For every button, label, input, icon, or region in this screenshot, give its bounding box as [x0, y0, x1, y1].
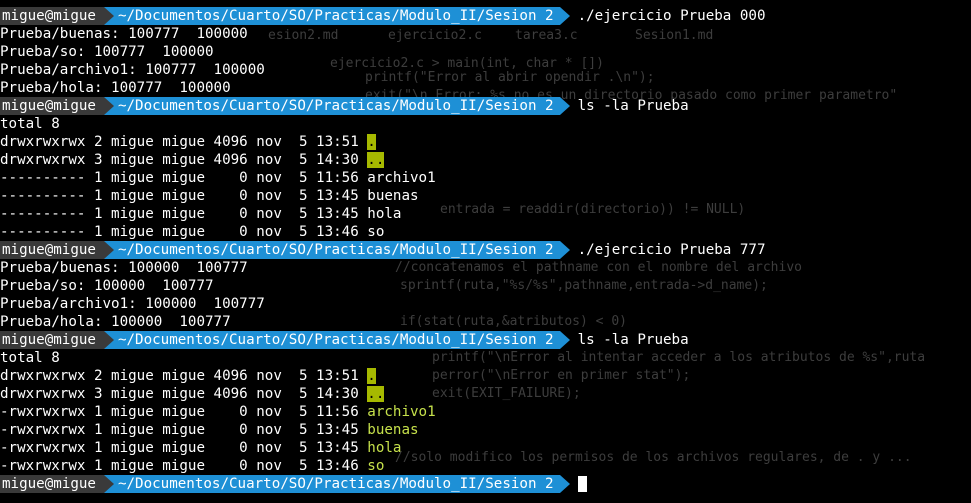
listing-total: total 8 [0, 116, 60, 132]
listing-meta: -rwxrwxrwx 1 migue migue 0 nov 5 13:45 [0, 422, 368, 438]
output-line: Prueba/so: 100777 100000 [0, 44, 214, 60]
listing-meta: drwxrwxrwx 2 migue migue 4096 nov 5 13:5… [0, 368, 368, 384]
shell-prompt: migue@migue ~/Documentos/Cuarto/SO/Practi… [0, 97, 971, 115]
prompt-separator-icon [103, 331, 114, 349]
listing-meta: ---------- 1 migue migue 0 nov 5 11:56 [0, 170, 368, 186]
prompt-path: ~/Documentos/Cuarto/SO/Practicas/Modulo_… [113, 97, 560, 115]
shell-prompt-active[interactable]: migue@migue ~/Documentos/Cuarto/SO/Practi… [0, 475, 971, 493]
listing-name-exec: so [367, 458, 385, 474]
prompt-user-host: migue@migue [0, 241, 104, 259]
listing-row: drwxrwxrwx 3 migue migue 4096 nov 5 14:3… [0, 385, 971, 403]
prompt-path: ~/Documentos/Cuarto/SO/Practicas/Modulo_… [113, 241, 560, 259]
output-line: Prueba/buenas: 100777 100000 [0, 26, 248, 42]
listing-total: total 8 [0, 350, 60, 366]
listing-name-dir: . [367, 134, 376, 150]
listing-row: ---------- 1 migue migue 0 nov 5 13:45 b… [0, 187, 971, 205]
prompt-end-icon [559, 7, 570, 25]
listing-row: -rwxrwxrwx 1 migue migue 0 nov 5 13:46 s… [0, 457, 971, 475]
listing-name-dir: . [367, 368, 376, 384]
listing-meta: ---------- 1 migue migue 0 nov 5 13:45 [0, 188, 368, 204]
listing-row: -rwxrwxrwx 1 migue migue 0 nov 5 13:45 b… [0, 421, 971, 439]
shell-prompt: migue@migue ~/Documentos/Cuarto/SO/Practi… [0, 7, 971, 25]
prompt-path: ~/Documentos/Cuarto/SO/Practicas/Modulo_… [113, 7, 560, 25]
prompt-user-host: migue@migue [0, 475, 104, 493]
prompt-end-icon [559, 475, 570, 493]
prompt-separator-icon [103, 475, 114, 493]
listing-row: ---------- 1 migue migue 0 nov 5 11:56 a… [0, 169, 971, 187]
prompt-user-host: migue@migue [0, 7, 104, 25]
listing-meta: -rwxrwxrwx 1 migue migue 0 nov 5 13:45 [0, 440, 368, 456]
terminal[interactable]: migue@migue ~/Documentos/Cuarto/SO/Practi… [0, 7, 971, 493]
listing-name: so [367, 224, 385, 240]
listing-row: -rwxrwxrwx 1 migue migue 0 nov 5 13:45 h… [0, 439, 971, 457]
listing-row: drwxrwxrwx 3 migue migue 4096 nov 5 14:3… [0, 151, 971, 169]
listing-name: hola [367, 206, 402, 222]
output-line: Prueba/archivo1: 100000 100777 [0, 296, 265, 312]
listing-meta: drwxrwxrwx 3 migue migue 4096 nov 5 14:3… [0, 386, 368, 402]
command-text: ls -la Prueba [577, 332, 689, 348]
command-text: ls -la Prueba [577, 98, 689, 114]
listing-name: buenas [367, 188, 419, 204]
listing-name-exec: hola [367, 440, 402, 456]
listing-row: ---------- 1 migue migue 0 nov 5 13:46 s… [0, 223, 971, 241]
listing-meta: -rwxrwxrwx 1 migue migue 0 nov 5 13:46 [0, 458, 368, 474]
output-line: Prueba/so: 100000 100777 [0, 278, 214, 294]
text-cursor[interactable] [577, 476, 587, 492]
listing-name-exec: archivo1 [367, 404, 436, 420]
listing-row: -rwxrwxrwx 1 migue migue 0 nov 5 11:56 a… [0, 403, 971, 421]
output-line: Prueba/hola: 100000 100777 [0, 314, 231, 330]
listing-meta: -rwxrwxrwx 1 migue migue 0 nov 5 11:56 [0, 404, 368, 420]
listing-meta: drwxrwxrwx 2 migue migue 4096 nov 5 13:5… [0, 134, 368, 150]
prompt-separator-icon [103, 241, 114, 259]
prompt-path: ~/Documentos/Cuarto/SO/Practicas/Modulo_… [113, 475, 560, 493]
listing-meta: ---------- 1 migue migue 0 nov 5 13:46 [0, 224, 368, 240]
listing-row: drwxrwxrwx 2 migue migue 4096 nov 5 13:5… [0, 133, 971, 151]
command-text: ./ejercicio Prueba 777 [577, 242, 766, 258]
listing-row: drwxrwxrwx 2 migue migue 4096 nov 5 13:5… [0, 367, 971, 385]
listing-meta: ---------- 1 migue migue 0 nov 5 13:45 [0, 206, 368, 222]
prompt-end-icon [559, 97, 570, 115]
listing-name-dir: .. [367, 152, 385, 168]
listing-name: archivo1 [367, 170, 436, 186]
prompt-user-host: migue@migue [0, 97, 104, 115]
prompt-user-host: migue@migue [0, 331, 104, 349]
shell-prompt: migue@migue ~/Documentos/Cuarto/SO/Practi… [0, 331, 971, 349]
listing-name-exec: buenas [367, 422, 419, 438]
listing-name-dir: .. [367, 386, 385, 402]
shell-prompt: migue@migue ~/Documentos/Cuarto/SO/Practi… [0, 241, 971, 259]
prompt-end-icon [559, 241, 570, 259]
output-line: Prueba/archivo1: 100777 100000 [0, 62, 265, 78]
listing-row: ---------- 1 migue migue 0 nov 5 13:45 h… [0, 205, 971, 223]
output-line: Prueba/buenas: 100000 100777 [0, 260, 248, 276]
listing-meta: drwxrwxrwx 3 migue migue 4096 nov 5 14:3… [0, 152, 368, 168]
command-text: ./ejercicio Prueba 000 [577, 8, 766, 24]
prompt-separator-icon [103, 7, 114, 25]
prompt-end-icon [559, 331, 570, 349]
prompt-separator-icon [103, 97, 114, 115]
output-line: Prueba/hola: 100777 100000 [0, 80, 231, 96]
prompt-path: ~/Documentos/Cuarto/SO/Practicas/Modulo_… [113, 331, 560, 349]
